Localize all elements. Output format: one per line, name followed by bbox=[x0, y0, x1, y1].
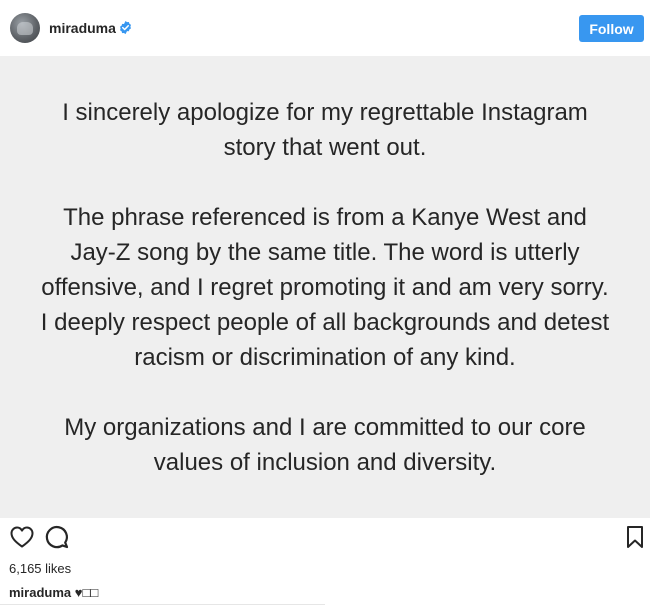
statement-paragraph-2: The phrase referenced is from a Kanye We… bbox=[40, 203, 610, 371]
statement-paragraph-1: I sincerely apologize for my regrettable… bbox=[62, 98, 588, 161]
divider bbox=[0, 604, 325, 605]
post-header: miraduma Follow bbox=[0, 0, 650, 56]
likes-count[interactable]: 6,165 likes bbox=[9, 561, 71, 576]
statement-paragraph-3: My organizations and I are committed to … bbox=[64, 413, 586, 476]
caption-text: ♥□□ bbox=[74, 585, 99, 600]
post-image: I sincerely apologize for my regrettable… bbox=[0, 56, 650, 518]
heart-icon[interactable] bbox=[9, 524, 35, 550]
header-username[interactable]: miraduma bbox=[49, 20, 116, 36]
caption-username[interactable]: miraduma bbox=[9, 585, 71, 600]
action-bar bbox=[0, 524, 650, 554]
comment-icon[interactable] bbox=[44, 524, 70, 550]
caption: miraduma ♥□□ bbox=[9, 585, 98, 600]
verified-badge-icon bbox=[120, 20, 131, 35]
bookmark-icon[interactable] bbox=[622, 524, 648, 550]
avatar[interactable] bbox=[10, 13, 40, 43]
follow-button[interactable]: Follow bbox=[579, 15, 644, 42]
